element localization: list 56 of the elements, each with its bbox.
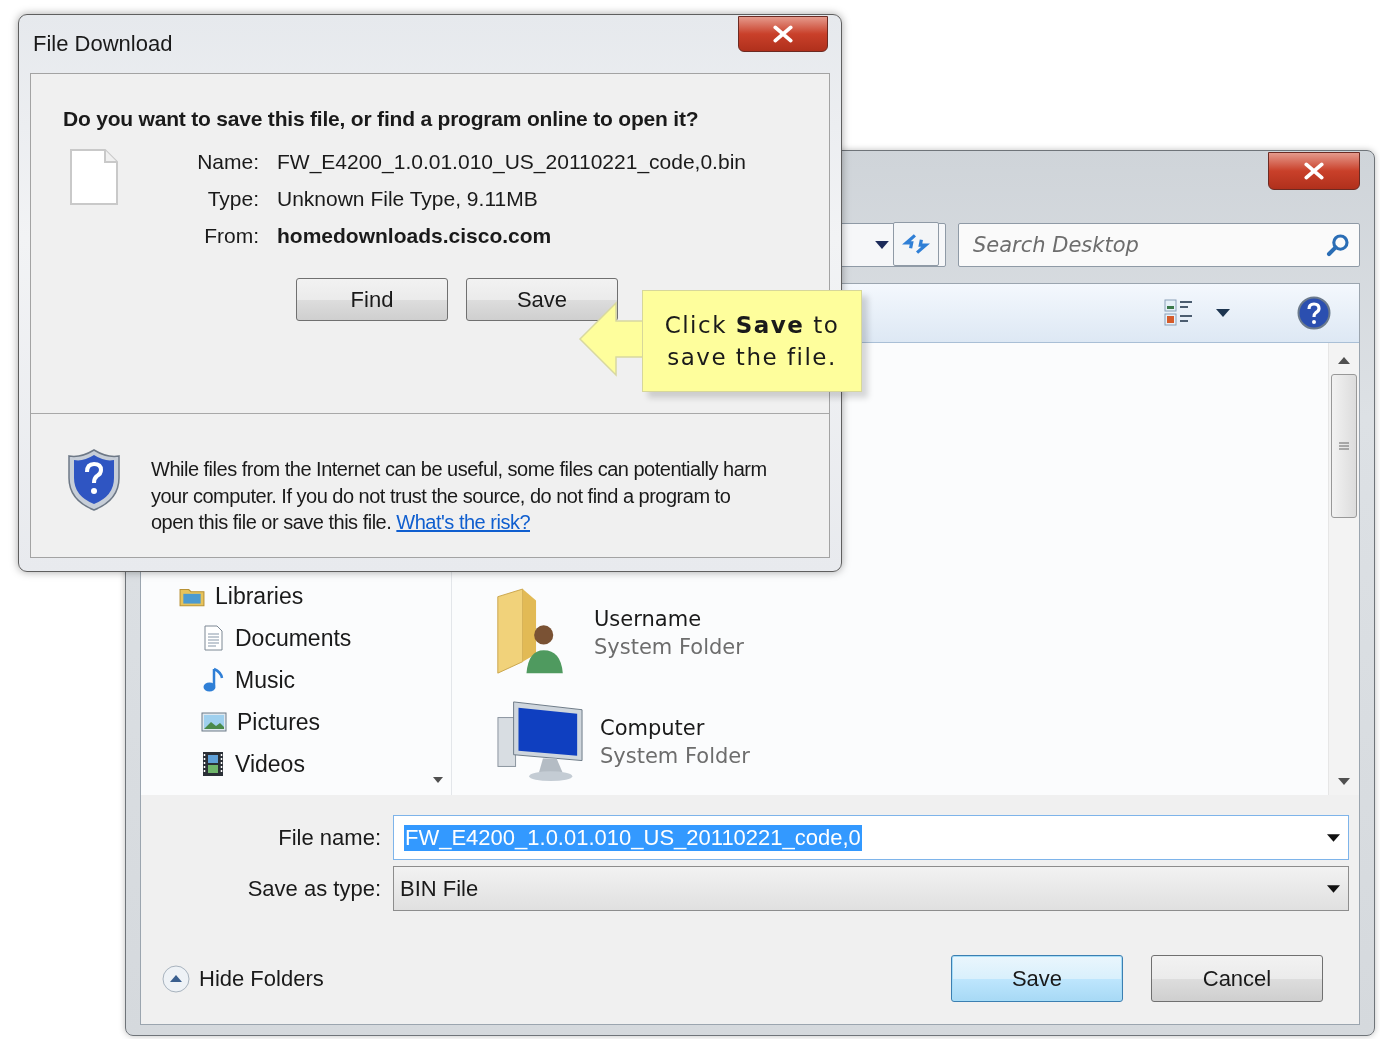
scroll-down-arrow-icon[interactable] — [433, 777, 443, 783]
field-label: File name: — [277, 824, 381, 851]
dropdown-caret-icon — [1327, 833, 1340, 842]
close-icon — [1303, 162, 1325, 180]
file-name: Username — [594, 607, 703, 631]
search-field[interactable]: Search Desktop — [958, 223, 1360, 267]
dropdown-caret-icon[interactable] — [1216, 309, 1230, 317]
picture-icon — [201, 711, 227, 733]
close-button[interactable] — [1268, 152, 1360, 190]
document-icon — [201, 625, 225, 651]
search-icon — [1326, 233, 1350, 257]
detail-label: Type: — [206, 187, 259, 211]
risk-link[interactable]: What's the risk? — [396, 511, 530, 533]
dropdown-caret-icon — [1327, 884, 1340, 893]
film-icon — [201, 751, 225, 777]
refresh-button[interactable] — [893, 222, 939, 266]
collapse-icon — [161, 963, 191, 994]
file-type-dropdown[interactable]: BIN File — [393, 866, 1349, 911]
grip-icon — [1339, 442, 1349, 450]
detail-value: Unknown File Type, 9.11MB — [277, 187, 539, 211]
nav-item[interactable]: Videos — [179, 748, 425, 780]
file-type: System Folder — [594, 635, 744, 659]
shield-icon — [67, 448, 121, 512]
dialog-button[interactable]: Find — [296, 278, 448, 321]
dialog-button[interactable]: Save — [951, 955, 1123, 1002]
nav-item[interactable]: Libraries — [179, 580, 425, 612]
dialog-button[interactable]: Cancel — [1151, 955, 1323, 1002]
scroll-down-arrow-icon[interactable] — [1338, 778, 1350, 785]
detail-label: From: — [203, 224, 259, 248]
dialog-question: Do you want to save this file, or find a program online to open it? — [63, 106, 700, 132]
nav-item[interactable]: Music — [179, 664, 425, 696]
hide-folders-button[interactable]: Hide Folders — [161, 963, 324, 994]
nav-item[interactable]: Documents — [179, 622, 425, 654]
detail-value: FW_E4200_1.0.01.010_US_20110221_code,0.bin — [277, 150, 746, 174]
dialog-button[interactable]: Save — [466, 278, 618, 321]
file-item[interactable]: Computer System Folder — [494, 698, 1328, 786]
help-icon[interactable] — [1297, 296, 1331, 330]
file-name: Computer — [600, 716, 706, 740]
detail-value: homedownloads.cisco.com — [277, 224, 553, 248]
window-title: File Download — [33, 31, 173, 57]
file-type: System Folder — [600, 744, 750, 768]
detail-label: Name: — [196, 150, 259, 174]
close-button[interactable] — [738, 16, 828, 52]
close-icon — [772, 25, 794, 43]
file-item[interactable]: Username System Folder — [494, 586, 1328, 680]
scrollbar-thumb[interactable] — [1331, 374, 1357, 518]
scrollbar[interactable] — [1328, 343, 1359, 795]
warning-text: While files from the Internet can be useful, some files can potentially harm your computer. If you do not trust the source, do not find a program to open this file or save this file. What's the risk? — [151, 457, 768, 535]
nav-item[interactable]: Pictures — [179, 706, 425, 738]
refresh-icon — [902, 232, 930, 256]
file-icon — [69, 148, 119, 206]
callout-text: Click Save to save the file. — [663, 311, 841, 372]
dropdown-caret-icon[interactable] — [875, 241, 889, 249]
music-note-icon — [201, 667, 225, 693]
scroll-up-arrow-icon[interactable] — [1338, 357, 1350, 364]
field-label: Save as type: — [246, 875, 381, 902]
